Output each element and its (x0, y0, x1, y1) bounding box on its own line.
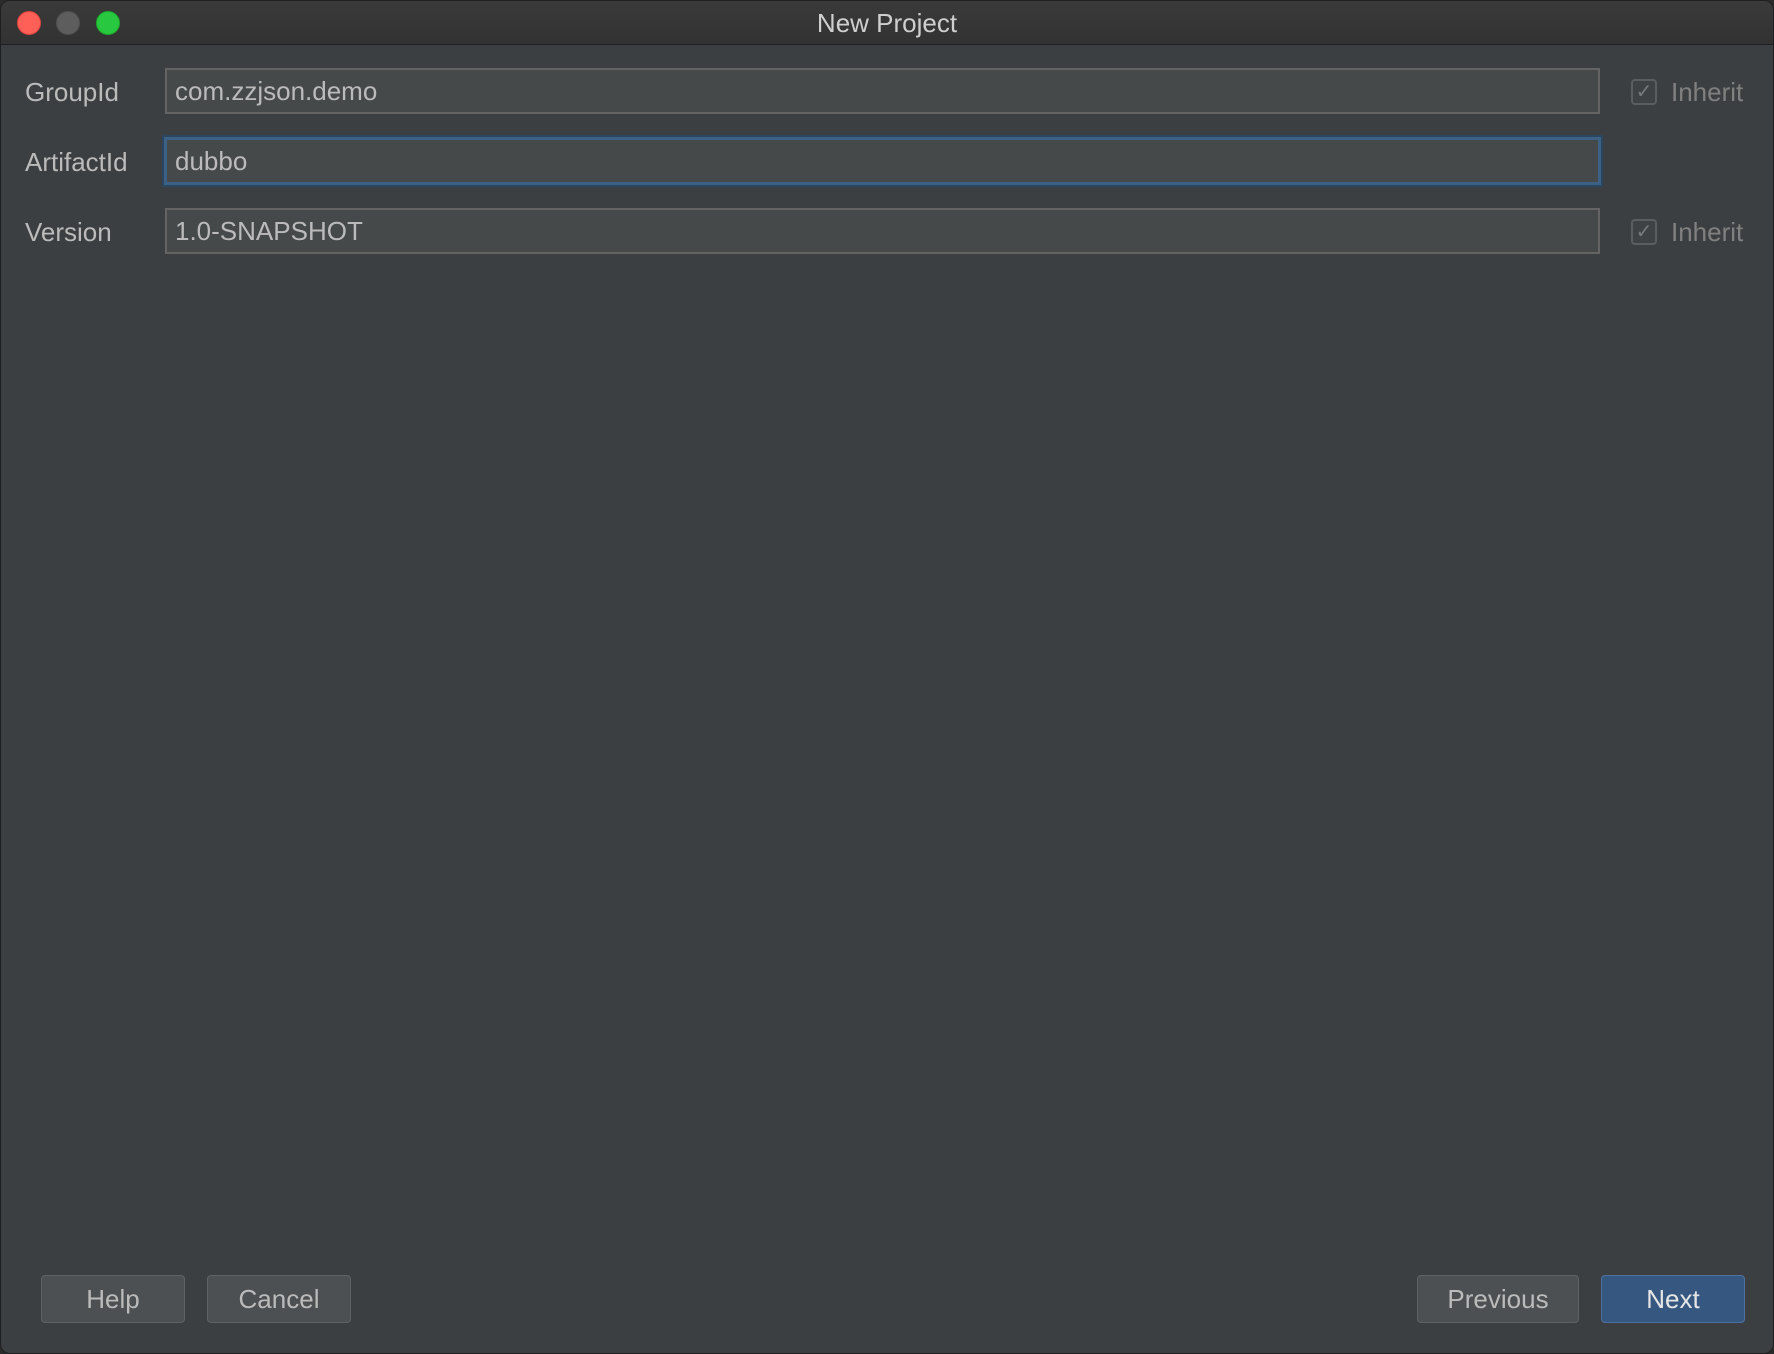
new-project-window: New Project GroupId ✓ Inherit ArtifactId… (0, 0, 1774, 1354)
version-inherit-label: Inherit (1671, 216, 1744, 247)
artifactid-input[interactable] (164, 137, 1601, 185)
window-title: New Project (816, 8, 958, 38)
version-inherit[interactable]: ✓ Inherit (1631, 207, 1743, 257)
title-bar[interactable]: New Project (1, 1, 1773, 45)
artifactid-label: ArtifactId (25, 147, 128, 177)
groupid-input[interactable] (165, 68, 1600, 114)
cancel-button[interactable]: Cancel (207, 1275, 351, 1323)
next-button[interactable]: Next (1601, 1275, 1745, 1323)
version-label: Version (25, 217, 112, 247)
version-row: Version ✓ Inherit (1, 207, 1773, 257)
version-input[interactable] (165, 208, 1600, 254)
help-button[interactable]: Help (41, 1275, 185, 1323)
previous-button[interactable]: Previous (1417, 1275, 1579, 1323)
groupid-inherit-label: Inherit (1671, 76, 1744, 107)
groupid-inherit-checkbox[interactable]: ✓ (1631, 79, 1657, 105)
groupid-inherit[interactable]: ✓ Inherit (1631, 67, 1743, 117)
version-inherit-checkbox[interactable]: ✓ (1631, 219, 1657, 245)
check-icon: ✓ (1635, 81, 1653, 103)
artifactid-row: ArtifactId (1, 137, 1773, 187)
groupid-label: GroupId (25, 77, 119, 107)
check-icon: ✓ (1635, 221, 1653, 243)
groupid-row: GroupId ✓ Inherit (1, 67, 1773, 117)
